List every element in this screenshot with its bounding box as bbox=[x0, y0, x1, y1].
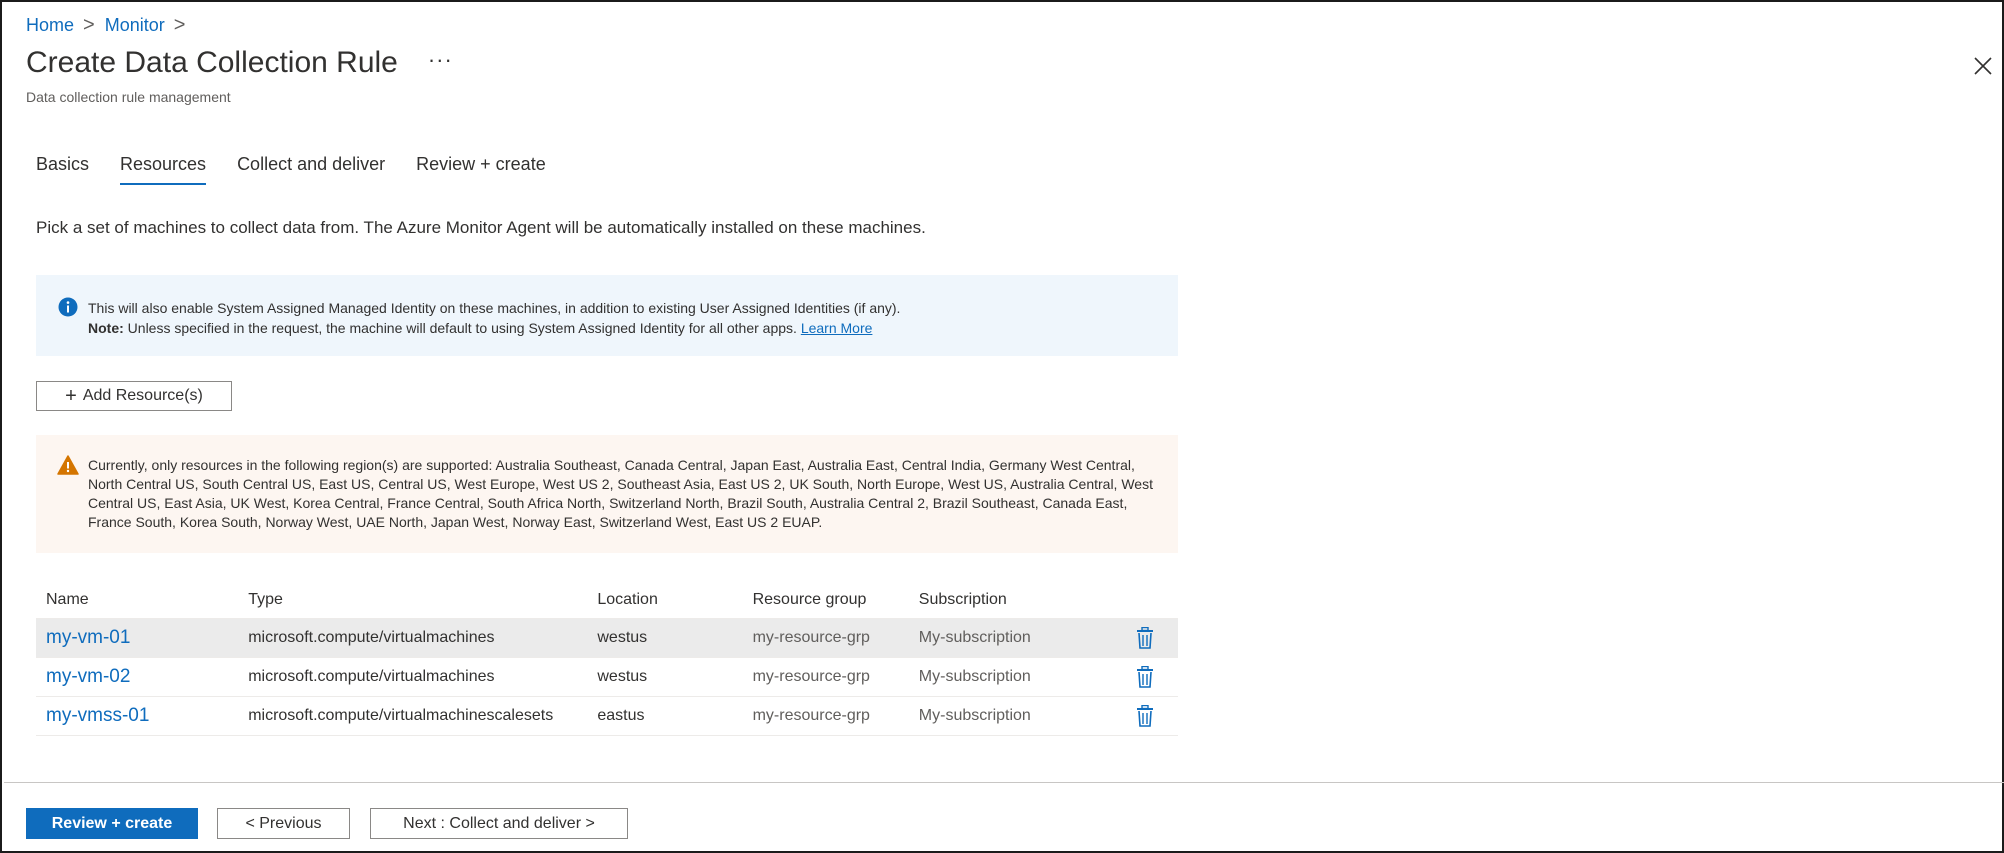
warning-triangle-icon bbox=[57, 455, 79, 475]
resource-location: westus bbox=[597, 657, 753, 697]
learn-more-link[interactable]: Learn More bbox=[801, 320, 873, 336]
trash-icon[interactable] bbox=[1136, 666, 1154, 688]
table-row[interactable]: my-vm-01 microsoft.compute/virtualmachin… bbox=[36, 618, 1178, 658]
plus-icon: + bbox=[65, 384, 77, 407]
next-button[interactable]: Next : Collect and deliver > bbox=[370, 808, 628, 839]
page-title: Create Data Collection Rule bbox=[26, 46, 398, 79]
chevron-right-icon: > bbox=[83, 14, 95, 36]
resource-type: microsoft.compute/virtualmachines bbox=[248, 618, 598, 658]
trash-icon[interactable] bbox=[1136, 627, 1154, 649]
table-row[interactable]: my-vm-02 microsoft.compute/virtualmachin… bbox=[36, 657, 1178, 697]
resource-name-link[interactable]: my-vm-02 bbox=[46, 666, 130, 687]
tab-basics[interactable]: Basics bbox=[36, 154, 89, 185]
chevron-right-icon: > bbox=[173, 14, 186, 36]
previous-button[interactable]: < Previous bbox=[217, 808, 350, 839]
info-text: This will also enable System Assigned Ma… bbox=[88, 298, 900, 338]
resource-subscription: My-subscription bbox=[918, 696, 1137, 736]
breadcrumb-home[interactable]: Home bbox=[26, 15, 74, 36]
resource-name-link[interactable]: my-vm-01 bbox=[46, 627, 130, 648]
more-options-button[interactable]: ··· bbox=[428, 47, 453, 73]
add-resources-label: Add Resource(s) bbox=[82, 387, 203, 404]
footer-divider bbox=[4, 782, 2004, 783]
tab-resources[interactable]: Resources bbox=[120, 154, 207, 185]
info-circle-icon bbox=[58, 297, 78, 317]
header-resource-group[interactable]: Resource group bbox=[752, 582, 919, 619]
page-frame: Home > Monitor > Create Data Collection … bbox=[0, 0, 2004, 853]
resource-group: my-resource-grp bbox=[752, 696, 919, 736]
resource-group: my-resource-grp bbox=[752, 618, 919, 658]
resource-group: my-resource-grp bbox=[752, 657, 919, 697]
region-warning-banner: Currently, only resources in the followi… bbox=[36, 435, 1178, 553]
title-row: Create Data Collection Rule ··· bbox=[26, 46, 453, 80]
close-icon[interactable] bbox=[1971, 54, 1995, 78]
add-resources-button[interactable]: + Add Resource(s) bbox=[36, 381, 232, 411]
page-subtitle: Data collection rule management bbox=[26, 89, 231, 105]
note-text: Unless specified in the request, the mac… bbox=[123, 320, 801, 336]
breadcrumb: Home > Monitor > bbox=[26, 14, 195, 37]
resource-location: westus bbox=[597, 618, 753, 658]
info-banner: This will also enable System Assigned Ma… bbox=[36, 275, 1178, 356]
resource-type: microsoft.compute/virtualmachines bbox=[248, 657, 598, 697]
header-name[interactable]: Name bbox=[36, 582, 249, 619]
resource-subscription: My-subscription bbox=[918, 657, 1137, 697]
tab-collect-and-deliver[interactable]: Collect and deliver bbox=[237, 154, 385, 185]
resource-name-link[interactable]: my-vmss-01 bbox=[46, 705, 149, 726]
resource-subscription: My-subscription bbox=[918, 618, 1137, 658]
tab-review-create[interactable]: Review + create bbox=[416, 154, 546, 185]
note-label: Note: bbox=[88, 320, 124, 336]
header-subscription[interactable]: Subscription bbox=[918, 582, 1137, 619]
resource-type: microsoft.compute/virtualmachinescaleset… bbox=[248, 696, 598, 736]
trash-icon[interactable] bbox=[1136, 705, 1154, 727]
tab-bar: Basics Resources Collect and deliver Rev… bbox=[36, 154, 577, 185]
resource-location: eastus bbox=[597, 696, 753, 736]
info-line-1: This will also enable System Assigned Ma… bbox=[88, 300, 901, 316]
resources-description: Pick a set of machines to collect data f… bbox=[36, 218, 926, 237]
info-line-2: Note: Unless specified in the request, t… bbox=[88, 318, 900, 338]
region-warning-text: Currently, only resources in the followi… bbox=[88, 457, 1153, 530]
breadcrumb-monitor[interactable]: Monitor bbox=[105, 15, 165, 36]
table-header-row: Name Type Location Resource group Subscr… bbox=[36, 582, 1178, 619]
header-type[interactable]: Type bbox=[248, 582, 598, 619]
resources-table: Name Type Location Resource group Subscr… bbox=[36, 582, 1178, 736]
table-row[interactable]: my-vmss-01 microsoft.compute/virtualmach… bbox=[36, 696, 1178, 736]
header-actions bbox=[1136, 582, 1178, 619]
review-create-button[interactable]: Review + create bbox=[26, 808, 198, 839]
header-location[interactable]: Location bbox=[597, 582, 753, 619]
